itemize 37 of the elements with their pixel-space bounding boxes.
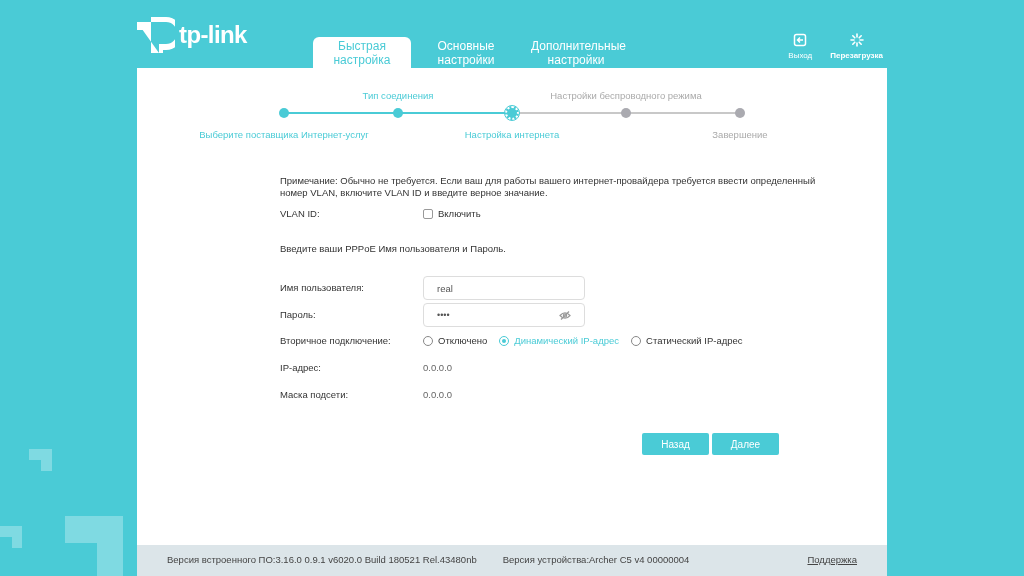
step-label: Выберите поставщика Интернет-услуг bbox=[199, 128, 369, 142]
loading-spinner-icon bbox=[849, 33, 864, 47]
step-label: Завершение bbox=[712, 128, 768, 142]
field-label: Маска подсети: bbox=[280, 388, 350, 403]
field-label: IP-адрес: bbox=[280, 361, 322, 376]
username-field[interactable]: real bbox=[423, 276, 585, 301]
logo-icon bbox=[137, 17, 175, 53]
radio-label[interactable]: Статический IP-адрес bbox=[646, 334, 743, 349]
field-label: Вторичное подключение: bbox=[280, 334, 392, 349]
radio-label[interactable]: Динамический IP-адрес bbox=[514, 334, 620, 349]
logout-button[interactable]: Выход bbox=[788, 33, 813, 62]
prompt-text: Введите ваши PPPoE Имя пользователя и Пароль. bbox=[280, 242, 507, 256]
firmware-version-text: Версия встроенного ПО:3.16.0 0.9.1 v6020.0 Build 180521 Rel.43480nb bbox=[167, 553, 477, 568]
field-label: Пароль: bbox=[280, 308, 317, 323]
eye-slash-icon[interactable] bbox=[559, 310, 571, 320]
back-button[interactable]: Назад bbox=[642, 433, 709, 456]
nav-tab[interactable]: Быстрая настройка bbox=[313, 37, 411, 68]
ip-value: 0.0.0.0 bbox=[423, 361, 453, 376]
support-link[interactable]: Поддержка bbox=[807, 553, 857, 568]
logout-icon bbox=[793, 33, 808, 47]
password-field[interactable]: •••• bbox=[423, 303, 585, 328]
reboot-button[interactable]: Перезагрузка bbox=[830, 33, 883, 62]
next-button[interactable]: Далее bbox=[712, 433, 779, 456]
nav-tab[interactable]: Основные настройки bbox=[411, 37, 521, 68]
mask-value: 0.0.0.0 bbox=[423, 388, 453, 403]
logo-text: tp-link bbox=[179, 20, 247, 50]
step-label: Настройка интернета bbox=[464, 128, 560, 142]
note-text: Примечание: Обычно не требуется. Если ваш для работы вашего интернет-провайдера требуется ввести определенный номер VLAN, включите VLAN ID и введите верное значание. bbox=[280, 175, 817, 199]
step-label: Тип соединения bbox=[362, 89, 434, 103]
field-label: VLAN ID: bbox=[280, 206, 321, 221]
step-label: Настройки беспроводного режима bbox=[550, 89, 702, 103]
checkbox-label[interactable]: Включить bbox=[438, 206, 481, 222]
hardware-version-text: Версия устройства:Archer C5 v4 00000004 bbox=[502, 553, 690, 568]
nav-tab[interactable]: Дополнительные настройки bbox=[521, 37, 631, 68]
field-label: Имя пользователя: bbox=[280, 281, 365, 296]
radio-label[interactable]: Отключено bbox=[438, 334, 488, 349]
checkbox[interactable] bbox=[423, 209, 433, 219]
